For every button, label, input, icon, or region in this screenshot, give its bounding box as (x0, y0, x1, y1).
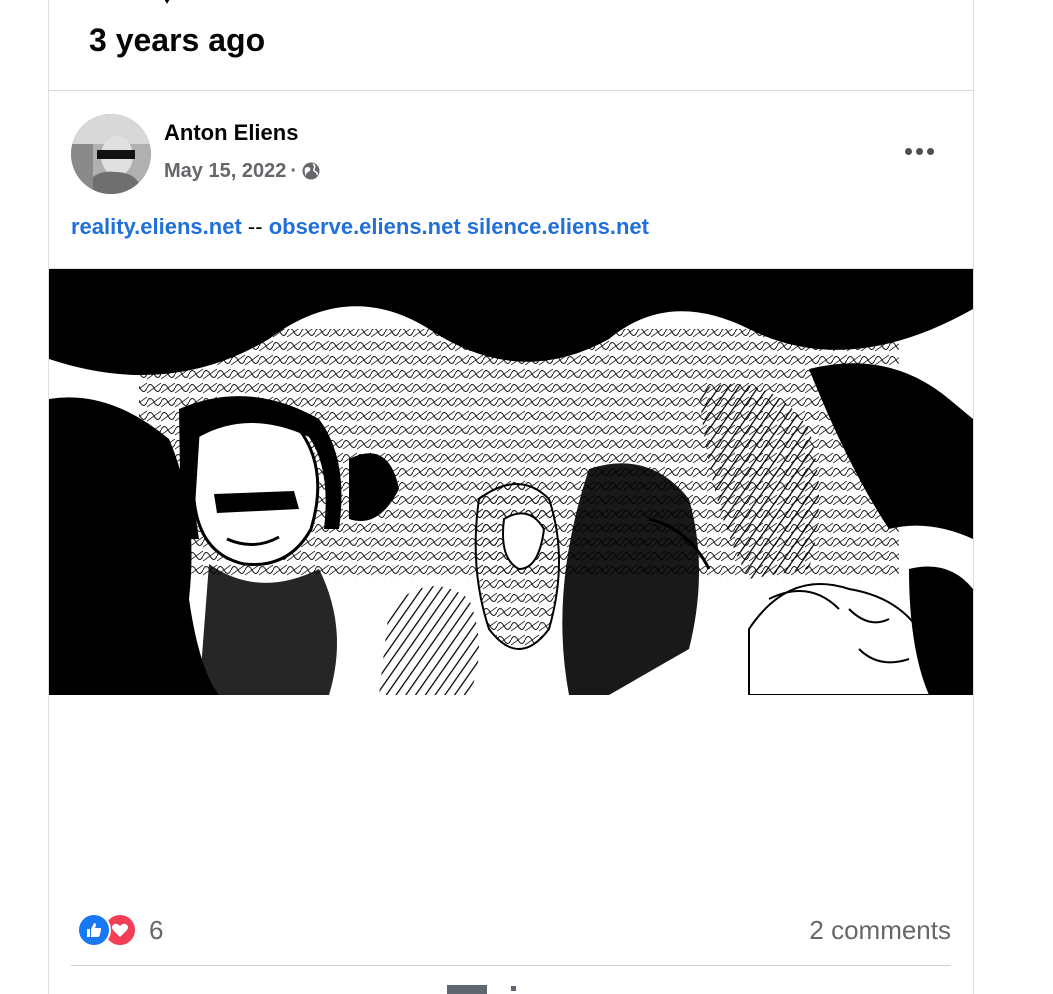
avatar[interactable] (71, 114, 151, 194)
link-observe[interactable]: observe.eliens.net (269, 214, 461, 239)
reaction-count: 6 (149, 914, 164, 945)
link-silence[interactable]: silence.eliens.net (467, 214, 649, 239)
memory-header: 3 years ago (49, 0, 973, 91)
link-separator: -- (247, 214, 263, 239)
reactions-summary[interactable]: 6 (77, 912, 163, 948)
meta-separator: · (290, 159, 297, 182)
action-bar-icon[interactable] (447, 985, 487, 994)
post-header: Anton Eliens May 15, 2022 · (49, 92, 973, 202)
globe-icon[interactable] (301, 161, 321, 181)
author-name[interactable]: Anton Eliens (164, 119, 298, 147)
action-bar-divider (71, 965, 951, 966)
memory-card: 3 years ago Anton Eliens May 15, 2022 · (48, 0, 974, 994)
post-photo[interactable] (49, 268, 973, 695)
post-date[interactable]: May 15, 2022 (164, 160, 286, 183)
comments-count-link[interactable]: 2 comments (809, 912, 951, 948)
memory-title: 3 years ago (89, 22, 266, 58)
avatar-image (71, 114, 151, 194)
like-icon (77, 913, 111, 947)
post-meta: May 15, 2022 · (164, 157, 321, 185)
ink-drawing-image (49, 269, 973, 695)
action-bar-fragment (511, 986, 516, 991)
more-options-icon[interactable] (899, 137, 939, 165)
link-reality[interactable]: reality.eliens.net (71, 214, 242, 239)
post-text: reality.eliens.net -- observe.eliens.net… (71, 210, 649, 244)
